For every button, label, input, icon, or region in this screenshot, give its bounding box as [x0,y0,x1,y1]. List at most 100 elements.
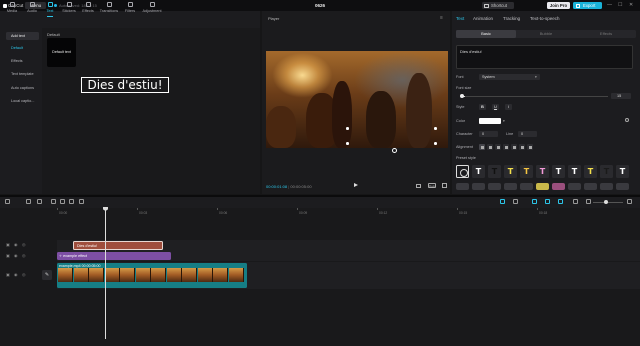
preset-style-item[interactable]: T [520,165,533,178]
font-size-value[interactable]: 15 [611,93,631,99]
align-justify-button[interactable] [503,144,509,150]
preset-style-chip[interactable] [584,183,597,190]
undo-icon[interactable] [26,199,31,204]
preset-style-item[interactable]: T [600,165,613,178]
select-tool-icon[interactable] [5,199,10,204]
segment-bubble[interactable]: Bubble [516,30,576,38]
cover-edit-icon[interactable]: ✎ [42,270,52,280]
text-clip[interactable]: Dies d'estiu! [73,241,163,250]
resize-handle[interactable] [434,142,437,145]
zoom-slider[interactable] [593,202,623,203]
nav-effects[interactable]: Effects [6,57,39,65]
playhead[interactable] [105,208,106,339]
line-spacing-input[interactable]: 0 [518,131,537,137]
preset-style-item[interactable]: T [472,165,485,178]
preset-style-item[interactable]: T [552,165,565,178]
tool-filters[interactable]: Filters [119,0,141,17]
text-overlay[interactable]: Dies d'estiu! [81,77,169,93]
tool-adjustment[interactable]: Adjustment [141,0,163,17]
microphone-icon[interactable] [513,199,518,204]
preset-style-chip[interactable] [616,183,629,190]
font-select[interactable]: System [479,74,540,80]
nav-auto-captions[interactable]: Auto captions [6,84,39,92]
nav-text-template[interactable]: Text template [6,70,39,78]
eyedropper-icon[interactable] [625,118,629,122]
tab-tracking[interactable]: Tracking [503,16,520,21]
join-pro-button[interactable]: Join Pro [547,2,570,9]
preset-style-chip[interactable] [536,183,549,190]
track-visibility-icon[interactable]: ◉ [14,272,18,277]
align-center-button[interactable] [487,144,493,150]
default-text-card[interactable]: Default text [47,38,76,67]
align-middle-button[interactable] [519,144,525,150]
segment-basic[interactable]: Basic [456,30,516,38]
split-right-icon[interactable] [69,199,74,204]
link-icon[interactable] [532,199,537,204]
track-visibility-icon[interactable]: ◉ [14,253,18,258]
preset-style-chip[interactable] [504,183,517,190]
text-content-input[interactable]: Dies d'estiu! [456,45,633,69]
snap-icon[interactable] [558,199,563,204]
rotate-handle-icon[interactable] [392,148,397,153]
nav-add-text[interactable]: Add text [6,32,39,40]
play-button[interactable] [354,183,358,187]
nav-default[interactable]: Default [6,44,39,52]
preset-style-item[interactable]: T [568,165,581,178]
preset-style-chip[interactable] [520,183,533,190]
track-mute-icon[interactable]: ◎ [22,242,26,247]
fit-view-icon[interactable] [416,184,421,188]
bold-button[interactable]: B [479,104,486,110]
split-left-icon[interactable] [60,199,65,204]
underline-button[interactable]: U [492,104,499,110]
preset-style-chip[interactable] [456,183,469,190]
align-right-button[interactable] [495,144,501,150]
segment-effects[interactable]: Effects [576,30,636,38]
nav-local-captions[interactable]: Local captio... [6,97,39,105]
align-left-button[interactable] [479,144,485,150]
preset-style-chip[interactable] [552,183,565,190]
font-size-slider-handle[interactable] [460,94,464,98]
preset-style-item[interactable]: T [504,165,517,178]
preset-style-item[interactable]: T [584,165,597,178]
preset-style-chip[interactable] [568,183,581,190]
split-icon[interactable] [51,199,56,204]
effect-clip[interactable]: ✧ example effect [57,252,171,260]
tab-text-to-speech[interactable]: Text-to-speech [530,16,560,21]
tool-transitions[interactable]: Transitions [98,0,120,17]
minimize-button[interactable]: — [607,2,612,8]
align-bottom-button[interactable] [527,144,533,150]
resize-handle[interactable] [346,127,349,130]
redo-icon[interactable] [37,199,42,204]
align-top-button[interactable] [511,144,517,150]
magnet-icon[interactable] [500,199,505,204]
resize-handle[interactable] [346,142,349,145]
zoom-out-icon[interactable] [586,199,591,204]
italic-button[interactable]: I [505,104,512,110]
ratio-button[interactable]: Ratio [428,183,436,188]
delete-icon[interactable] [79,199,84,204]
resize-handle[interactable] [434,127,437,130]
preset-style-item[interactable]: T [536,165,549,178]
tool-media[interactable]: Media [1,0,23,17]
fit-timeline-icon[interactable] [573,199,578,204]
maximize-button[interactable]: ☐ [618,2,622,8]
track-mute-icon[interactable]: ◎ [22,253,26,258]
zoom-in-icon[interactable] [627,199,632,204]
preset-none-icon[interactable] [456,165,469,178]
track-visibility-icon[interactable]: ◉ [14,242,18,247]
preset-style-item[interactable]: T [616,165,629,178]
color-picker[interactable] [479,118,501,124]
preset-style-chip[interactable] [472,183,485,190]
preset-style-item[interactable]: T [488,165,501,178]
close-button[interactable]: ✕ [629,2,633,8]
player-menu-icon[interactable]: ≡ [440,15,443,21]
fullscreen-icon[interactable] [442,183,447,188]
zoom-slider-handle[interactable] [604,200,608,204]
tool-effects[interactable]: Effects [77,0,99,17]
preview-axis-icon[interactable] [545,199,550,204]
track-lock-icon[interactable]: ▣ [6,242,10,247]
tab-animation[interactable]: Animation [473,16,493,21]
video-preview[interactable] [266,51,448,148]
character-spacing-input[interactable]: 0 [479,131,498,137]
tab-text[interactable]: Text [456,16,464,21]
